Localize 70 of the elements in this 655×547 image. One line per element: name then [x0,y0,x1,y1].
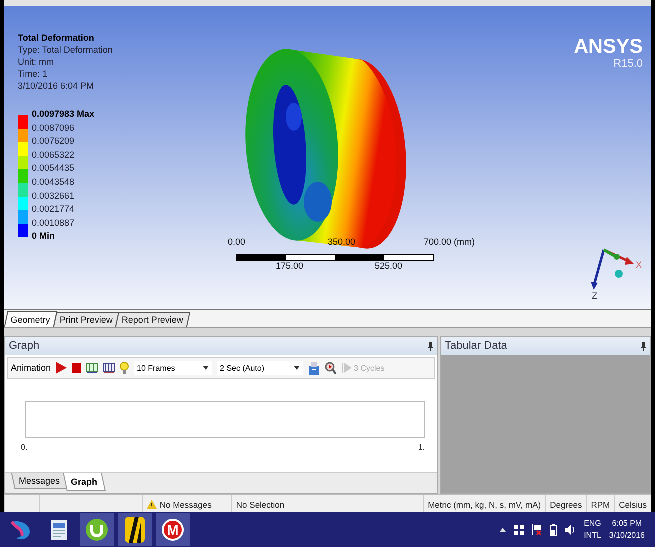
lightbulb-icon[interactable] [120,362,130,374]
app-icon: M [162,518,184,540]
pin-icon[interactable] [428,342,433,350]
dropdown[interactable]: 2 Sec (Auto) [217,361,304,375]
status-text: Metric (mm, kg, N, s, mV, mA) [428,500,542,510]
legend-value: 0.0065322 [32,148,76,162]
view-tab[interactable]: Print Preview [52,312,120,327]
scale-label: 0.00 [228,237,246,247]
legend-value: 0 Min [32,230,56,244]
stop-icon[interactable] [72,363,82,373]
battery-icon[interactable] [550,524,558,536]
legend-value: 0.0097983 Max [32,108,95,121]
legend-value: 0.0087096 [32,122,76,135]
axis-label: Z [592,291,598,301]
warning-icon [146,500,157,510]
pin-icon[interactable] [641,342,646,350]
play-step-icon [342,363,352,373]
document-icon [51,520,67,540]
status-text: RPM [591,500,610,510]
clock-time[interactable]: 6:05 PM [612,518,642,530]
panel-tab[interactable]: Messages [11,473,68,489]
app-icon [86,518,108,540]
legend-value: 0.0021774 [32,203,76,216]
status-text: No Selection [236,500,285,510]
speaker-icon[interactable] [565,524,576,534]
app-icon [125,516,145,542]
legend-value: 0.0010887 [32,216,76,230]
frames-icon[interactable] [103,362,116,374]
frames-icon[interactable] [86,362,98,374]
version-label: R15.0 [614,58,643,70]
status-text: Degrees [550,500,582,510]
caret-icon[interactable] [500,528,506,532]
axis-triad-drawing [591,248,634,290]
scale-label: 525.00 [375,261,403,271]
scale-label: 700.00 (mm) [424,237,476,247]
axis-tick-label: 1. [418,443,425,452]
clock-date[interactable]: 3/10/2016 [609,530,645,542]
legend-value: 0.0032661 [32,190,76,203]
legend-value: 0.0043548 [32,176,76,189]
legend-value: 0.0076209 [32,135,76,148]
result-detail: Unit: mm [18,56,54,68]
product-logo: ANSYS [574,36,643,58]
view-tab[interactable]: Report Preview [114,312,190,327]
language-indicator[interactable]: ENG [584,518,602,530]
panel-tab[interactable]: Graph [63,473,106,491]
view-tab[interactable]: Geometry [4,311,58,327]
dropdown[interactable]: 10 Frames [134,361,212,375]
result-detail: Time: 1 [18,68,48,80]
result-title: Total Deformation [18,32,94,44]
taskbar-button[interactable] [118,513,152,546]
panel-title: Graph [9,340,40,352]
scale-label: 175.00 [276,261,304,271]
status-text: No Messages [160,500,212,510]
keyboard-layout[interactable]: INTL [584,530,602,542]
axis-label: X [636,260,642,270]
toolbar-label: Animation [11,363,52,373]
legend-value: 0.0054435 [32,162,76,176]
flag-icon[interactable] [532,524,542,535]
result-detail: Type: Total Deformation [18,44,113,56]
magnifier-icon[interactable] [325,362,338,374]
taskbar-button[interactable] [80,513,114,546]
axis-tick-label: 0. [21,443,28,452]
panel-title: Tabular Data [445,340,508,352]
export-icon[interactable] [308,362,320,374]
play-icon[interactable] [56,362,68,374]
status-text: Celsius [619,500,647,510]
scale-label: 350.00 [328,237,356,247]
taskbar-button[interactable]: M [156,513,190,546]
windows-flag-icon[interactable] [514,524,524,534]
result-detail: 3/10/2016 6:04 PM [18,80,94,92]
